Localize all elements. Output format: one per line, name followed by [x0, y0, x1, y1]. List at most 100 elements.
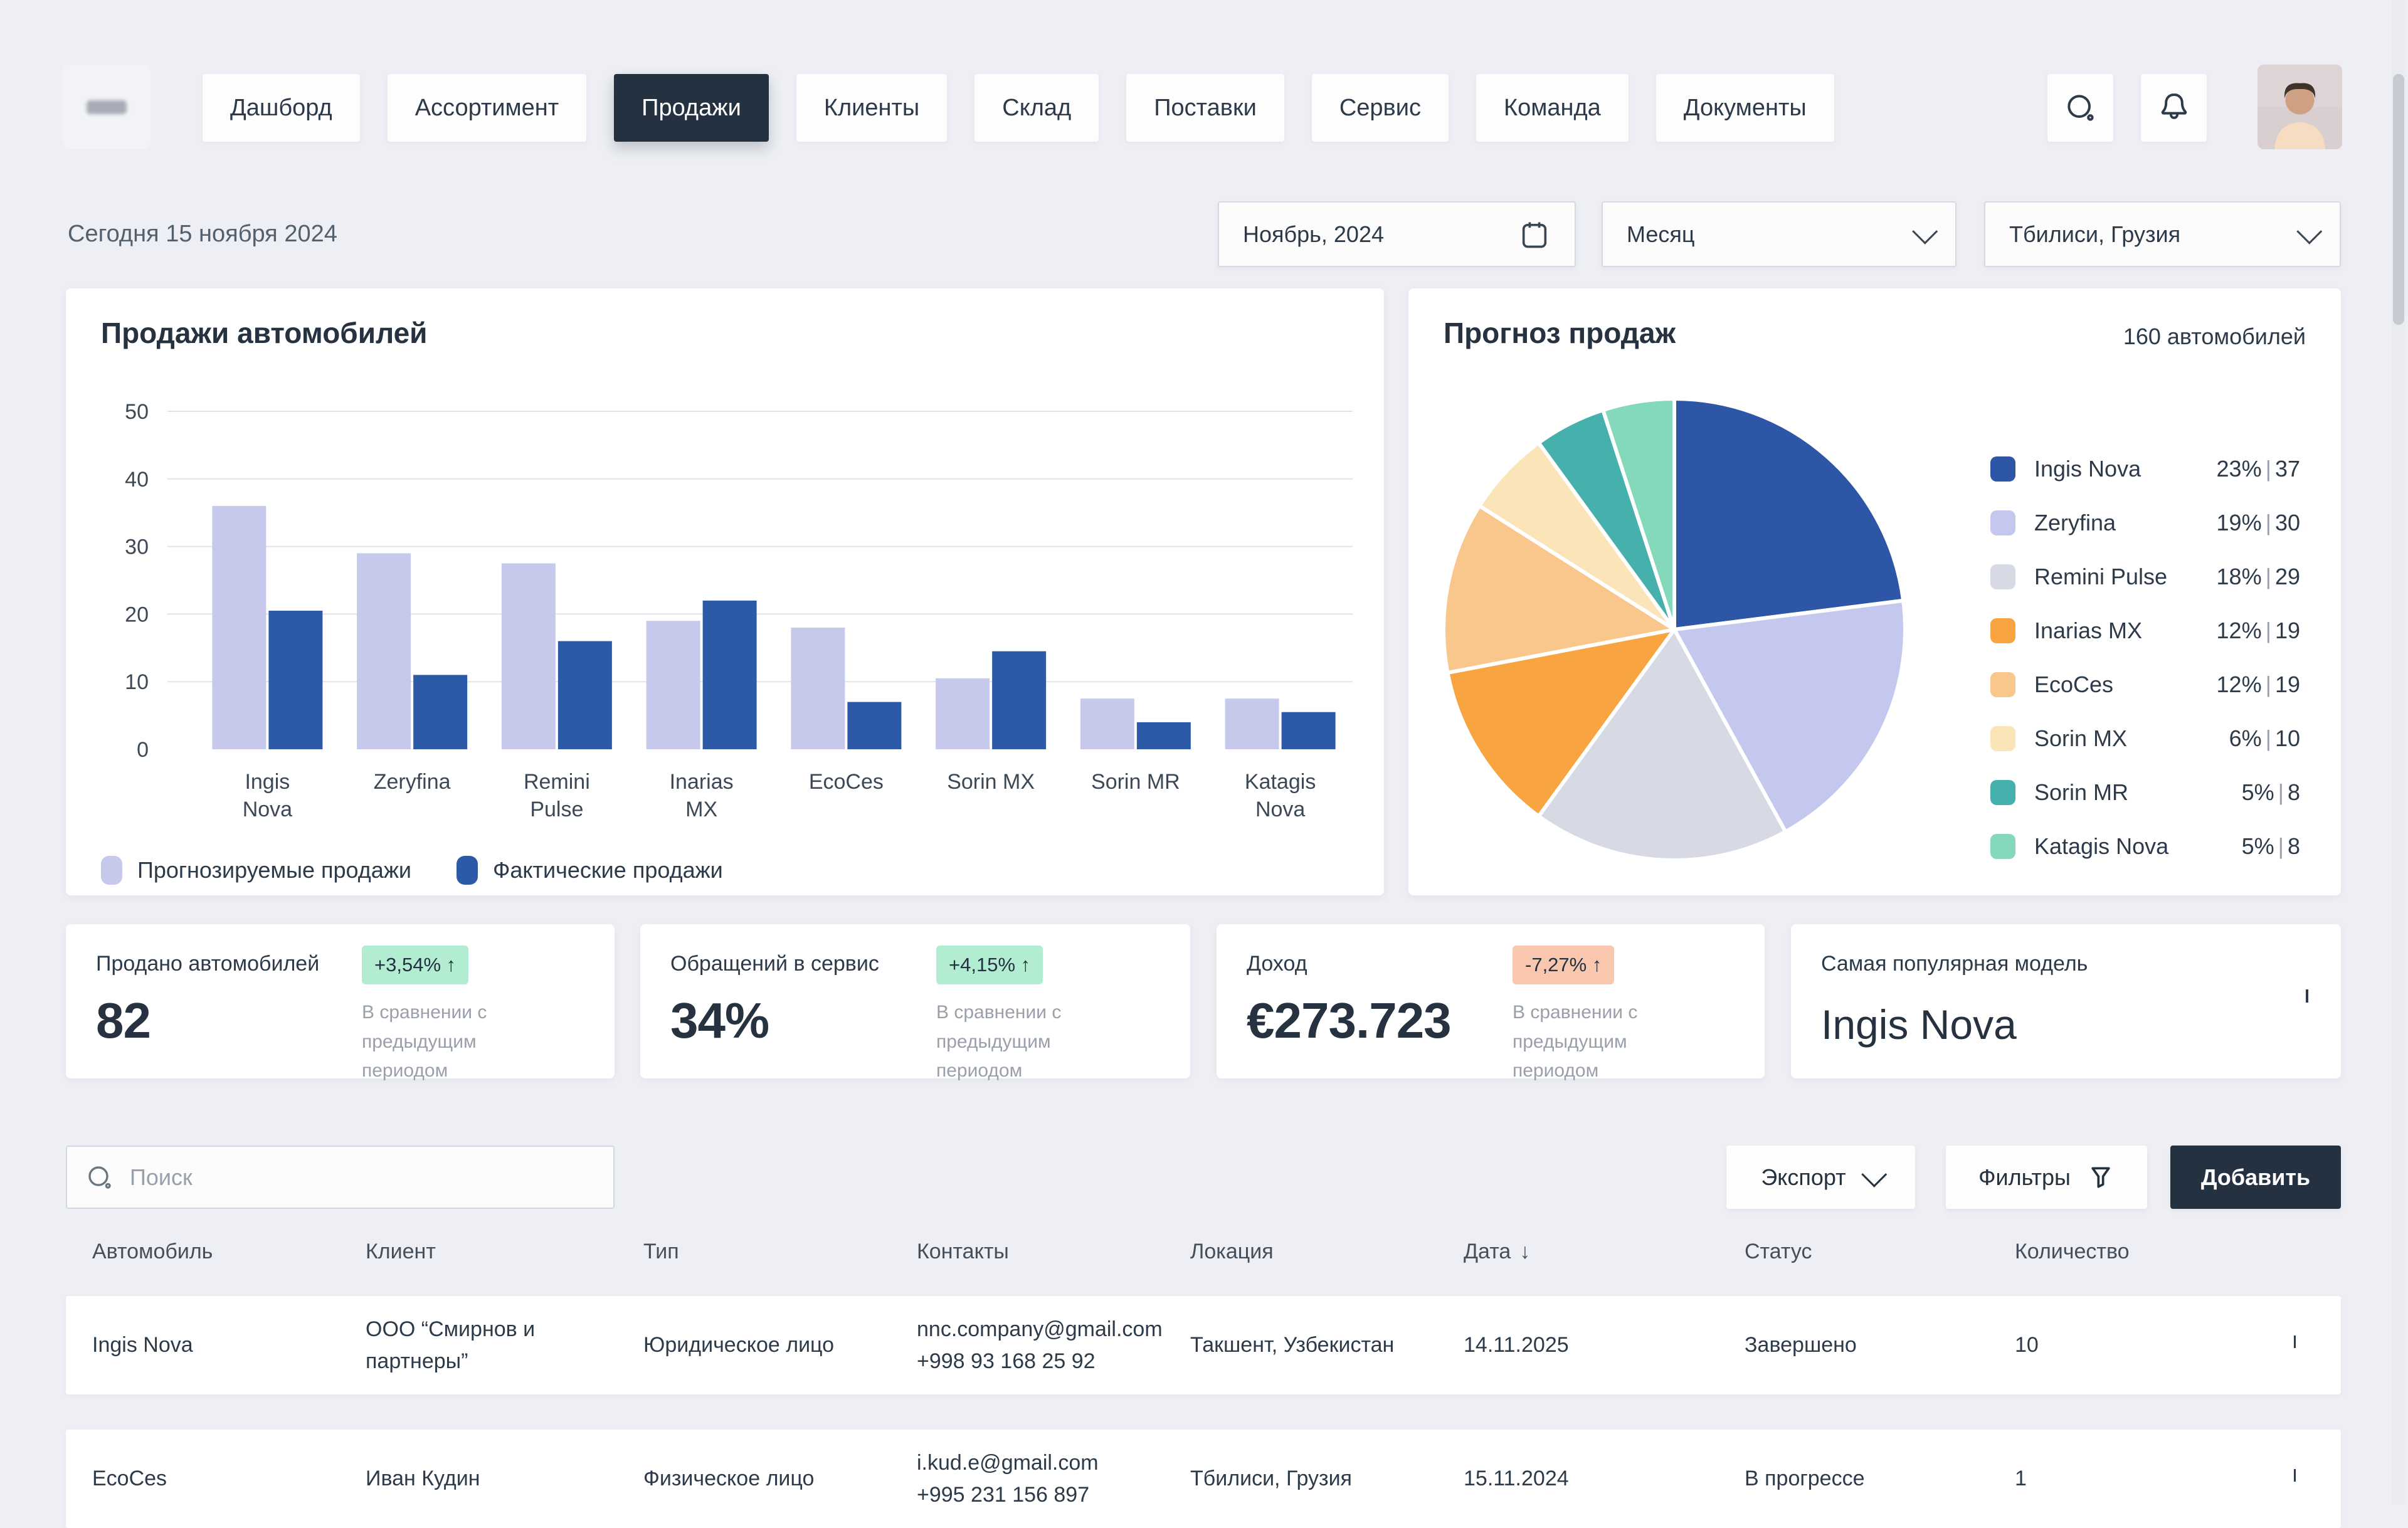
forecast-legend-item-6: Sorin MX6%|10: [1990, 712, 2300, 766]
forecast-card: Прогноз продаж 160 автомобилей Ingis Nov…: [1408, 288, 2341, 895]
location-select[interactable]: Тбилиси, Грузия: [1984, 201, 2341, 267]
nav-tab-4[interactable]: Клиенты: [796, 74, 947, 142]
legend-label: Inarias MX: [2034, 618, 2142, 644]
legend-value: 5%|8: [2242, 833, 2300, 860]
table-row-1[interactable]: Ingis NovaООО “Смирнов и партнеры”Юридич…: [66, 1296, 2341, 1394]
export-label: Экспорт: [1761, 1164, 1846, 1191]
nav-tab-6[interactable]: Поставки: [1126, 74, 1284, 142]
chevron-right-icon[interactable]: [2294, 1337, 2296, 1349]
legend-swatch: [1990, 834, 2015, 859]
svg-text:0: 0: [137, 738, 149, 762]
stat-badge: +3,54% ↑: [362, 946, 468, 984]
cell-text: Ingis Nova: [92, 1329, 343, 1361]
calendar-icon: [1518, 218, 1551, 251]
forecast-total: 160 автомобилей: [2123, 324, 2306, 350]
date-picker[interactable]: Ноябрь, 2024: [1218, 201, 1576, 267]
legend-value: 19%|30: [2217, 510, 2300, 536]
cell-3: Юридическое лицо: [643, 1296, 894, 1394]
user-avatar[interactable]: [2258, 65, 2342, 149]
cell-6: 15.11.2024: [1464, 1430, 1664, 1528]
stat-card-4[interactable]: Самая популярная модельIngis Nova: [1791, 924, 2341, 1078]
location-select-value: Тбилиси, Грузия: [2009, 221, 2180, 248]
svg-text:20: 20: [125, 603, 149, 626]
column-header-6[interactable]: Дата↓: [1464, 1233, 1530, 1270]
forecast-legend-item-1: Ingis Nova23%|37: [1990, 442, 2300, 496]
column-label: Автомобиль: [92, 1240, 213, 1264]
column-header-7[interactable]: Статус: [1745, 1233, 1812, 1270]
filters-label: Фильтры: [1978, 1164, 2071, 1191]
cell-text: Иван Кудин: [366, 1463, 566, 1495]
nav-tab-1[interactable]: Дашборд: [203, 74, 360, 142]
nav-tab-9[interactable]: Документы: [1656, 74, 1834, 142]
search-input[interactable]: [129, 1164, 596, 1191]
svg-text:40: 40: [125, 468, 149, 492]
app-logo: [63, 65, 150, 149]
search-button[interactable]: [2047, 74, 2113, 142]
column-header-2[interactable]: Клиент: [366, 1233, 436, 1270]
nav-tab-5[interactable]: Склад: [974, 74, 1099, 142]
nav-tab-7[interactable]: Сервис: [1312, 74, 1449, 142]
legend-swatch: [1990, 618, 2015, 643]
cell-text: 15.11.2024: [1464, 1463, 1664, 1495]
filters-button[interactable]: Фильтры: [1946, 1146, 2147, 1209]
notifications-button[interactable]: [2141, 74, 2207, 142]
period-select[interactable]: Месяц: [1602, 201, 1956, 267]
add-button[interactable]: Добавить: [2170, 1146, 2341, 1209]
cell-6: 14.11.2025: [1464, 1296, 1664, 1394]
sales-chart-card: Продажи автомобилей 50403020100IngisNova…: [66, 288, 1384, 895]
column-header-1[interactable]: Автомобиль: [92, 1233, 213, 1270]
forecast-title: Прогноз продаж: [1444, 316, 1676, 350]
legend-value: 12%|19: [2217, 618, 2300, 644]
svg-text:InariasMX: InariasMX: [670, 770, 734, 821]
table-row-2[interactable]: EcoCesИван КудинФизическое лицоi.kud.e@g…: [66, 1430, 2341, 1528]
funnel-icon: [2087, 1164, 2115, 1191]
legend-label: EcoCes: [2034, 672, 2113, 698]
period-select-value: Месяц: [1627, 221, 1695, 248]
sales-chart-legend: Прогнозируемые продажиФактические продаж…: [101, 856, 723, 885]
legend-value: 5%|8: [2242, 779, 2300, 806]
svg-text:Sorin MR: Sorin MR: [1091, 770, 1180, 794]
main-nav: Дашборд Ассортимент Продажи Клиенты Склад Пос…: [203, 74, 1834, 142]
date-picker-value: Ноябрь, 2024: [1243, 221, 1384, 248]
chevron-right-icon[interactable]: [2306, 992, 2308, 1003]
legend-label: Remini Pulse: [2034, 564, 2167, 590]
table-search[interactable]: [66, 1146, 615, 1209]
forecast-pie-chart: [1436, 391, 1913, 868]
export-button[interactable]: Экспорт: [1726, 1146, 1915, 1209]
legend-value: 18%|29: [2217, 564, 2300, 590]
forecast-legend-item-2: Zeryfina 19%|30: [1990, 496, 2300, 550]
column-header-5[interactable]: Локация: [1190, 1233, 1274, 1270]
stat-badge: -7,27% ↑: [1513, 946, 1614, 984]
legend-label: Sorin MX: [2034, 725, 2127, 752]
table-header: Автомобиль Клиент Тип Контакты Локация Дата↓ С…: [66, 1233, 2341, 1270]
chevron-right-icon[interactable]: [2294, 1471, 2296, 1482]
stat-card-2: Обращений в сервис34%+4,15% ↑В сравнении…: [640, 924, 1190, 1078]
stat-label: Доход: [1247, 952, 1307, 976]
column-label: Тип: [643, 1240, 679, 1264]
forecast-legend: Ingis Nova23%|37 Zeryfina 19%|30 Remini Pul…: [1990, 442, 2300, 881]
cell-1: EcoCes: [92, 1430, 343, 1528]
cell-text: 14.11.2025: [1464, 1329, 1664, 1361]
chevron-down-icon: [1912, 219, 1938, 245]
legend-label: Katagis Nova: [2034, 833, 2168, 860]
column-header-8[interactable]: Количество: [2015, 1233, 2130, 1270]
column-header-3[interactable]: Тип: [643, 1233, 679, 1270]
stat-note: В сравнении с предыдущим периодом: [362, 998, 556, 1086]
legend-swatch: [1990, 780, 2015, 805]
column-header-4[interactable]: Контакты: [917, 1233, 1009, 1270]
nav-tab-2[interactable]: Ассортимент: [388, 74, 586, 142]
column-label: Статус: [1745, 1240, 1812, 1264]
add-label: Добавить: [2201, 1164, 2310, 1191]
cell-7: В прогрессе: [1745, 1430, 1970, 1528]
contact-line: i.kud.e@gmail.com: [917, 1447, 1180, 1479]
stat-note: В сравнении с предыдущим периодом: [936, 998, 1131, 1086]
nav-tab-3[interactable]: Продажи: [614, 74, 769, 142]
svg-text:ReminiPulse: ReminiPulse: [524, 770, 590, 821]
sales-bar-chart: 50403020100IngisNovaZeryfinaReminiPulseI…: [88, 382, 1355, 821]
stat-value: €273.723: [1247, 992, 1451, 1050]
legend-label: Zeryfina: [2034, 510, 2116, 536]
legend-swatch: [101, 856, 122, 885]
nav-tab-8[interactable]: Команда: [1476, 74, 1629, 142]
scrollbar-thumb[interactable]: [2393, 74, 2404, 325]
forecast-legend-item-8: Katagis Nova 5%|8: [1990, 819, 2300, 873]
